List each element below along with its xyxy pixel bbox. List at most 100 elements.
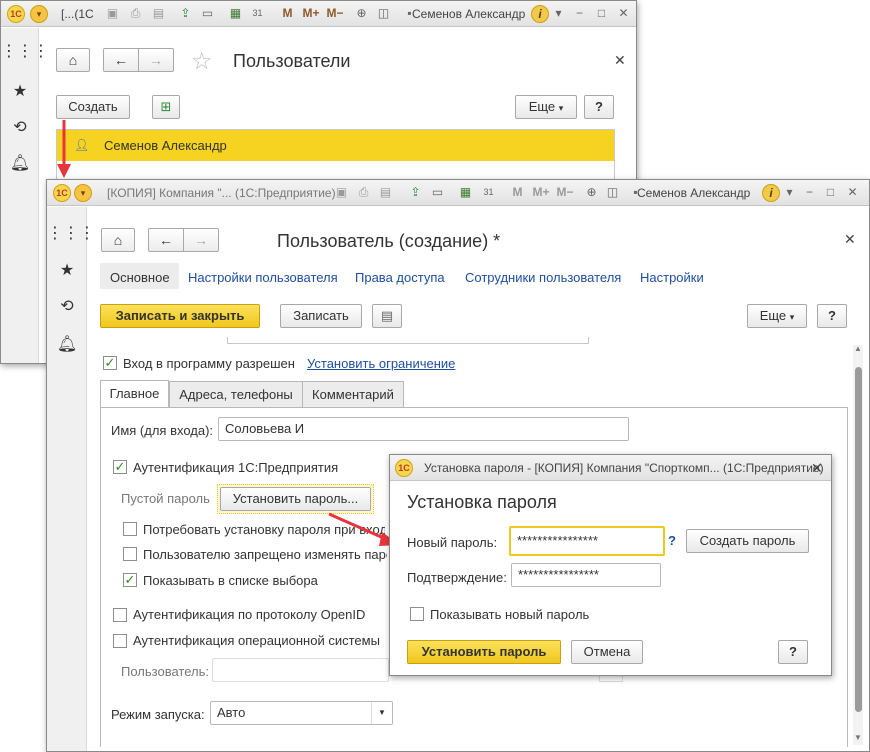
logo-1c-icon[interactable]: 1С [53,184,71,202]
openid-checkbox[interactable] [113,608,127,622]
more-button[interactable]: Еще ▾ [515,95,577,119]
chevron-down-icon[interactable]: ▾ [781,184,798,201]
set-restriction-link[interactable]: Установить ограничение [307,356,455,371]
history-icon[interactable]: ⟲ [47,295,87,319]
section-tab-user-settings[interactable]: Настройки пользователя [188,270,338,285]
preview-icon[interactable]: ▤ [377,184,394,201]
maximize-icon[interactable]: □ [593,5,610,22]
forward-button[interactable]: → [183,228,219,252]
require-password-change-checkbox[interactable] [123,522,137,536]
save-and-close-button[interactable]: Записать и закрыть [100,304,260,328]
create-copy-button[interactable]: ⊞ [152,95,180,119]
close-icon[interactable]: ✕ [844,184,861,201]
bell-icon[interactable]: 🔔︎ [1,152,39,176]
form-close-icon[interactable]: ✕ [844,232,856,246]
panel-icon[interactable]: ◫ [604,184,621,201]
print-icon[interactable]: ⎙ [127,5,144,22]
chevron-down-icon[interactable]: ▾ [550,5,567,22]
copy-icon[interactable]: ▭ [199,5,216,22]
bell-icon[interactable]: 🔔︎ [47,333,87,357]
forbid-password-change-checkbox[interactable] [123,547,137,561]
print-icon[interactable]: ⎙ [355,184,372,201]
close-icon[interactable]: ✕ [615,5,632,22]
memory-m-icon[interactable]: M [279,5,296,22]
confirm-password-field[interactable]: **************** [511,563,661,587]
star-icon[interactable]: ★ [47,259,87,283]
os-auth-checkbox[interactable] [113,634,127,648]
password-help-link[interactable]: ? [668,533,676,548]
form-close-icon[interactable]: ✕ [614,53,626,67]
attach-icon[interactable]: ⇪ [407,184,424,201]
zoom-icon[interactable]: ⊕ [353,5,370,22]
calendar-icon[interactable]: 31 [249,5,266,22]
memory-minus-icon[interactable]: M− [323,5,347,22]
minimize-icon[interactable]: − [801,184,818,201]
preview-icon[interactable]: ▤ [150,5,167,22]
tab-comment[interactable]: Комментарий [302,381,404,408]
home-button[interactable]: ⌂ [56,48,90,72]
maximize-icon[interactable]: □ [822,184,839,201]
scrollbar-thumb[interactable] [855,367,862,712]
scroll-up-icon[interactable]: ▲ [854,344,862,353]
help-button[interactable]: ? [817,304,847,328]
help-button[interactable]: ? [584,95,614,119]
launch-mode-dropdown-icon[interactable]: ▼ [371,702,392,724]
tab-addresses-label: Адреса, телефоны [179,387,293,402]
memory-m-icon[interactable]: M [509,184,526,201]
minimize-icon[interactable]: − [571,5,588,22]
panel-icon[interactable]: ◫ [375,5,392,22]
user-name[interactable]: Семенов Александр [637,186,750,200]
zoom-icon[interactable]: ⊕ [583,184,600,201]
scroll-down-icon[interactable]: ▼ [854,733,862,742]
save-icon[interactable]: ▣ [104,5,121,22]
main-menu-icon[interactable]: ▾ [30,5,48,23]
set-password-confirm-button[interactable]: Установить пароль [407,640,561,664]
show-password-checkbox[interactable] [410,607,424,621]
calendar-icon[interactable]: 31 [480,184,497,201]
new-password-field[interactable]: **************** [509,526,665,556]
launch-mode-select[interactable]: Авто [210,701,393,725]
list-view-button[interactable]: ▤ [372,304,402,328]
auth-1c-checkbox[interactable]: ✓ [113,460,127,474]
memory-plus-icon[interactable]: M+ [529,184,553,201]
generate-password-button[interactable]: Создать пароль [686,529,809,553]
save-button[interactable]: Записать [280,304,362,328]
user-name[interactable]: Семенов Александр [412,7,525,21]
info-icon[interactable]: i [531,5,549,23]
forward-button[interactable]: → [138,48,174,72]
copy-icon[interactable]: ▭ [429,184,446,201]
save-icon[interactable]: ▣ [333,184,350,201]
home-button[interactable]: ⌂ [101,228,135,252]
list-row-selected[interactable]: 👤︎ Семенов Александр [57,130,614,161]
dialog-close-icon[interactable]: ✕ [811,461,823,475]
more-button[interactable]: Еще ▾ [747,304,807,328]
tab-addresses[interactable]: Адреса, телефоны [169,381,303,408]
login-name-field[interactable]: Соловьева И [218,417,629,441]
calculator-icon[interactable]: ▦ [227,5,244,22]
logo-1c-icon[interactable]: 1С [7,5,25,23]
calculator-icon[interactable]: ▦ [457,184,474,201]
back-button[interactable]: ← [103,48,139,72]
section-tab-user-employees[interactable]: Сотрудники пользователя [465,270,621,285]
dialog-help-button[interactable]: ? [778,640,808,664]
star-icon[interactable]: ★ [1,80,39,104]
memory-plus-icon[interactable]: M+ [299,5,323,22]
attach-icon[interactable]: ⇪ [177,5,194,22]
memory-minus-icon[interactable]: M− [553,184,577,201]
info-icon[interactable]: i [762,184,780,202]
new-password-label: Новый пароль: [407,535,498,550]
section-tab-settings[interactable]: Настройки [640,270,704,285]
login-allowed-checkbox[interactable]: ✓ [103,356,117,370]
back-button[interactable]: ← [148,228,184,252]
favorite-star-icon[interactable]: ☆ [191,47,213,76]
cancel-button[interactable]: Отмена [571,640,643,664]
main-menu-icon[interactable]: ▾ [74,184,92,202]
apps-grid-icon[interactable]: ⋮⋮⋮ [1,40,49,64]
create-button[interactable]: Создать [56,95,130,119]
tab-main[interactable]: Главное [100,380,169,408]
history-icon[interactable]: ⟲ [1,116,39,140]
section-tab-access-rights[interactable]: Права доступа [355,270,445,285]
show-in-list-checkbox[interactable]: ✓ [123,573,137,587]
apps-grid-icon[interactable]: ⋮⋮⋮ [47,222,95,246]
set-password-button[interactable]: Установить пароль... [220,487,371,511]
